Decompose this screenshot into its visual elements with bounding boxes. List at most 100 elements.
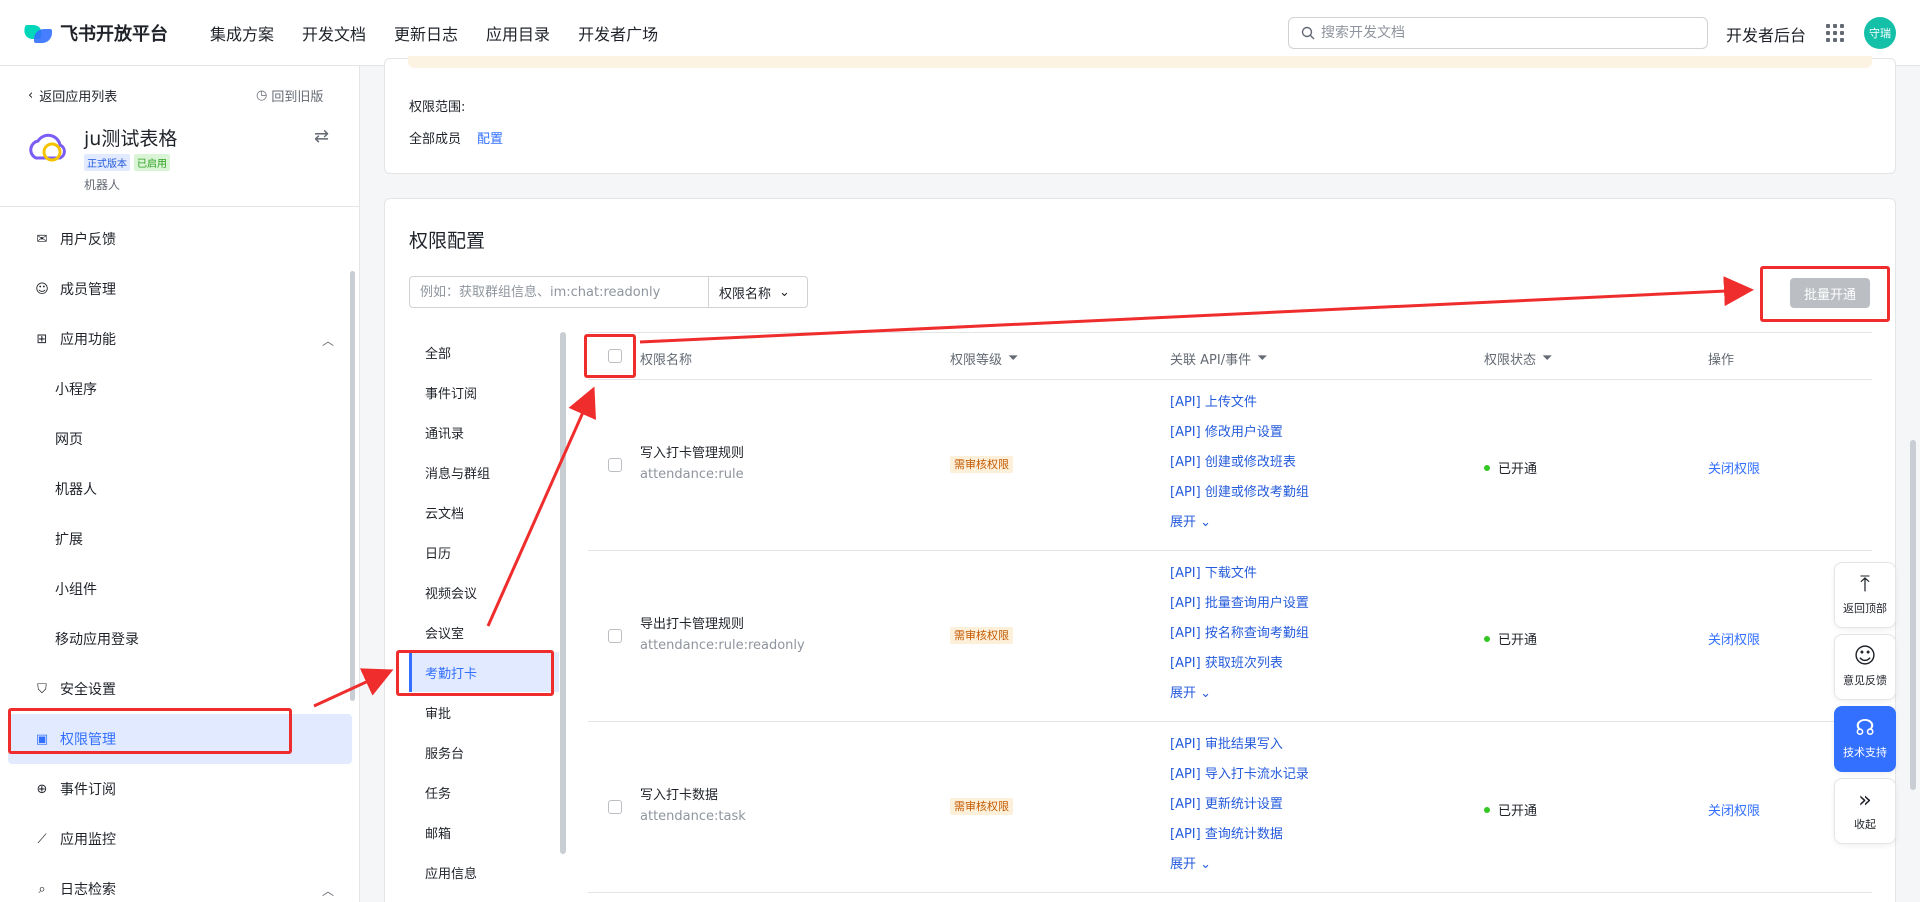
expand-link[interactable]: 展开 ⌄ bbox=[1170, 508, 1309, 538]
scope-config-link[interactable]: 配置 bbox=[477, 128, 503, 147]
divider bbox=[0, 206, 360, 207]
nav-item-app-directory[interactable]: 应用目录 bbox=[486, 21, 550, 45]
nav-item-changelog[interactable]: 更新日志 bbox=[394, 21, 458, 45]
category-events[interactable]: 事件订阅 bbox=[409, 372, 559, 412]
sidebar-item-web[interactable]: 网页 bbox=[0, 414, 360, 464]
tech-support-button[interactable]: ☊ 技术支持 bbox=[1834, 706, 1896, 772]
filter-field-select[interactable]: 权限名称 ⌄ bbox=[708, 276, 808, 308]
app-launcher-icon[interactable] bbox=[1826, 24, 1844, 42]
status-text: 已开通 bbox=[1498, 462, 1538, 477]
category-docs[interactable]: 云文档 bbox=[409, 492, 559, 532]
category-task[interactable]: 任务 bbox=[409, 772, 559, 812]
nav-item-docs[interactable]: 开发文档 bbox=[302, 21, 366, 45]
nav-item-solutions[interactable]: 集成方案 bbox=[210, 21, 274, 45]
switch-app-icon[interactable]: ⇄ bbox=[314, 126, 329, 147]
dev-console-link[interactable]: 开发者后台 bbox=[1726, 22, 1806, 46]
sidebar-item-label: 日志检索 bbox=[60, 882, 116, 898]
back-to-app-list[interactable]: ‹ 返回应用列表 bbox=[28, 86, 117, 105]
api-link[interactable]: [API] 获取班次列表 bbox=[1170, 649, 1309, 679]
permission-search-input[interactable] bbox=[409, 276, 709, 308]
sidebar-item-widget[interactable]: 小组件 bbox=[0, 564, 360, 614]
feishu-logo-icon bbox=[24, 21, 52, 45]
collapse-button[interactable]: » 收起 bbox=[1834, 778, 1896, 844]
sidebar-item-monitoring[interactable]: ⟋ 应用监控 bbox=[0, 814, 360, 864]
close-permission-link[interactable]: 关闭权限 bbox=[1708, 800, 1760, 819]
category-meeting-room[interactable]: 会议室 bbox=[409, 612, 559, 652]
filter-icon[interactable]: ⏷ bbox=[1008, 351, 1018, 366]
api-link[interactable]: [API] 下载文件 bbox=[1170, 559, 1309, 589]
category-scrollbar[interactable] bbox=[560, 332, 566, 854]
sidebar-item-app-features[interactable]: ⊞ 应用功能 ︿ bbox=[0, 314, 360, 364]
sidebar-item-security[interactable]: ⛉ 安全设置 bbox=[0, 664, 360, 714]
feedback-button[interactable]: ☺ 意见反馈 bbox=[1834, 634, 1896, 700]
sidebar-scrollbar[interactable] bbox=[350, 271, 355, 701]
sidebar-item-extension[interactable]: 扩展 bbox=[0, 514, 360, 564]
notice-strip bbox=[408, 56, 1872, 68]
sidebar-item-label: 成员管理 bbox=[60, 282, 116, 298]
api-link[interactable]: [API] 审批结果写入 bbox=[1170, 730, 1309, 760]
sidebar-item-mini-program[interactable]: 小程序 bbox=[0, 364, 360, 414]
api-link[interactable]: [API] 导入打卡流水记录 bbox=[1170, 760, 1309, 790]
filter-icon[interactable]: ⏷ bbox=[1257, 351, 1267, 366]
expand-link[interactable]: 展开 ⌄ bbox=[1170, 679, 1309, 709]
category-contacts[interactable]: 通讯录 bbox=[409, 412, 559, 452]
section-title: 权限配置 bbox=[409, 230, 486, 252]
api-link[interactable]: [API] 修改用户设置 bbox=[1170, 418, 1309, 448]
row-checkbox[interactable] bbox=[608, 458, 622, 472]
avatar[interactable]: 守瑞 bbox=[1864, 17, 1896, 49]
sidebar-item-bot[interactable]: 机器人 bbox=[0, 464, 360, 514]
sidebar-item-event-subscription[interactable]: ⊕ 事件订阅 bbox=[0, 764, 360, 814]
search-input[interactable] bbox=[1321, 25, 1681, 41]
chevron-down-icon: ⌄ bbox=[779, 284, 790, 300]
annotation-box-batch-enable bbox=[1760, 266, 1890, 322]
headset-icon: ☊ bbox=[1855, 716, 1875, 741]
row-checkbox[interactable] bbox=[608, 800, 622, 814]
double-chevron-right-icon: » bbox=[1858, 788, 1872, 813]
sidebar-item-log-search[interactable]: ⌕ 日志检索 ︿ bbox=[0, 864, 360, 902]
close-permission-link[interactable]: 关闭权限 bbox=[1708, 458, 1760, 477]
category-calendar[interactable]: 日历 bbox=[409, 532, 559, 572]
api-link[interactable]: [API] 上传文件 bbox=[1170, 388, 1309, 418]
category-app-info[interactable]: 应用信息 bbox=[409, 852, 559, 892]
column-header-status: 权限状态 bbox=[1484, 353, 1537, 368]
sidebar-item-mobile-login[interactable]: 移动应用登录 bbox=[0, 614, 360, 664]
api-link[interactable]: [API] 更新统计设置 bbox=[1170, 790, 1309, 820]
api-link[interactable]: [API] 查询统计数据 bbox=[1170, 820, 1309, 850]
api-link[interactable]: [API] 按名称查询考勤组 bbox=[1170, 619, 1309, 649]
category-video-meeting[interactable]: 视频会议 bbox=[409, 572, 559, 612]
status-text: 已开通 bbox=[1498, 804, 1538, 819]
sidebar-item-label: 应用监控 bbox=[60, 832, 116, 848]
row-checkbox[interactable] bbox=[608, 629, 622, 643]
main-scrollbar[interactable] bbox=[1910, 440, 1916, 790]
sidebar-item-label: 扩展 bbox=[55, 532, 83, 548]
nav-item-dev-plaza[interactable]: 开发者广场 bbox=[578, 21, 658, 45]
api-link[interactable]: [API] 批量查询用户设置 bbox=[1170, 589, 1309, 619]
logo[interactable]: 飞书开放平台 bbox=[24, 20, 168, 46]
close-permission-link[interactable]: 关闭权限 bbox=[1708, 629, 1760, 648]
expand-link[interactable]: 展开 ⌄ bbox=[1170, 850, 1309, 880]
sidebar-item-members[interactable]: ☺ 成员管理 bbox=[0, 264, 360, 314]
sidebar-menu: ✉ 用户反馈 ☺ 成员管理 ⊞ 应用功能 ︿ 小程序 网页 机器人 扩展 小组件 移动… bbox=[0, 214, 360, 902]
category-mail[interactable]: 邮箱 bbox=[409, 812, 559, 852]
category-all[interactable]: 全部 bbox=[409, 332, 559, 372]
filter-icon[interactable]: ⏷ bbox=[1542, 351, 1552, 366]
back-to-top-button[interactable]: ⤒ 返回顶部 bbox=[1834, 562, 1896, 628]
search-box[interactable] bbox=[1288, 17, 1708, 49]
sidebar-item-label: 移动应用登录 bbox=[55, 632, 139, 648]
search-icon bbox=[1301, 26, 1315, 40]
feedback-label: 意见反馈 bbox=[1843, 674, 1887, 687]
category-messages[interactable]: 消息与群组 bbox=[409, 452, 559, 492]
back-to-top-label: 返回顶部 bbox=[1843, 602, 1887, 615]
api-link[interactable]: [API] 创建或修改班表 bbox=[1170, 448, 1309, 478]
back-label: 返回应用列表 bbox=[39, 90, 118, 105]
column-header-action: 操作 bbox=[1708, 353, 1735, 368]
table-row: 写入打卡数据 attendance:task 需审核权限 [API] 审批结果写… bbox=[588, 722, 1872, 893]
scope-value: 全部成员 bbox=[409, 132, 462, 147]
back-to-old-version[interactable]: ◷ 回到旧版 bbox=[256, 86, 323, 105]
level-badge: 需审核权限 bbox=[950, 798, 1013, 815]
category-approval[interactable]: 审批 bbox=[409, 692, 559, 732]
category-helpdesk[interactable]: 服务台 bbox=[409, 732, 559, 772]
api-link[interactable]: [API] 创建或修改考勤组 bbox=[1170, 478, 1309, 508]
sidebar-item-user-feedback[interactable]: ✉ 用户反馈 bbox=[0, 214, 360, 264]
app-name: ju测试表格 bbox=[84, 128, 178, 150]
